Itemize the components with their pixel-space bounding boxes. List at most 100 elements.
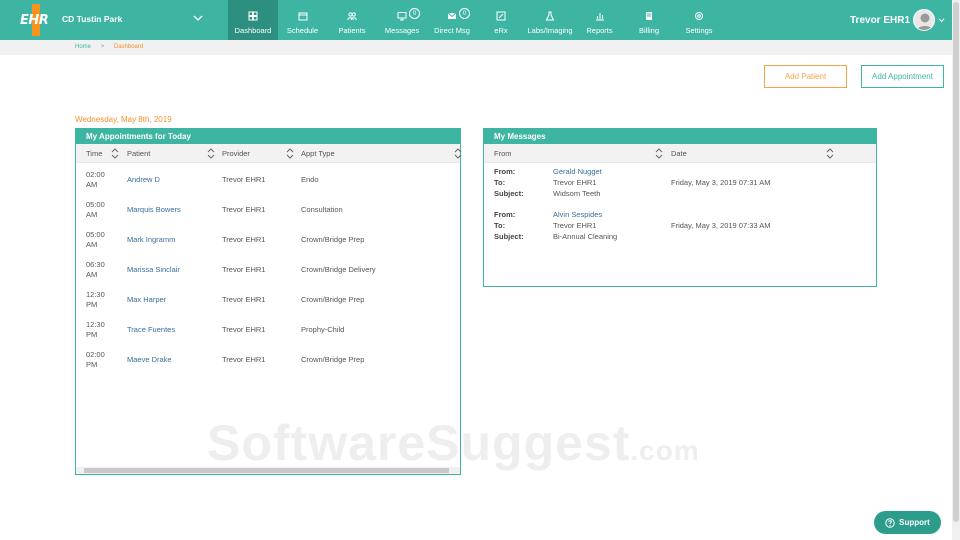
messages-title: My Messages	[484, 129, 876, 144]
to-label: To:	[494, 178, 506, 187]
nav-item-dashboard[interactable]: Dashboard	[228, 0, 278, 40]
sort-icon[interactable]	[655, 148, 663, 159]
patient-link[interactable]: Trace Fuentes	[127, 325, 175, 334]
table-row[interactable]: 12:30 PM Max Harper Trevor EHR1 Crown/Bridg…	[76, 285, 460, 315]
appt-time: 02:00 AM	[86, 170, 105, 189]
nav-item-label: Dashboard	[234, 26, 272, 35]
appt-provider: Trevor EHR1	[222, 235, 266, 244]
column-patient[interactable]: Patient	[127, 149, 150, 158]
nav-item-messages[interactable]: Messages 0	[377, 0, 427, 40]
nav-item-label: Billing	[638, 26, 659, 35]
watermark: SoftwareSuggest.com	[207, 415, 700, 471]
appt-type: Crown/Bridge Prep	[301, 355, 365, 364]
nav-item-erx[interactable]: eRx	[477, 0, 525, 40]
message-sender-link[interactable]: Gerald Nugget	[553, 167, 602, 176]
appt-time: 02:00 PM	[86, 350, 105, 369]
nav-item-billing[interactable]: Billing	[624, 0, 674, 40]
column-time[interactable]: Time	[86, 149, 102, 158]
appointments-title: My Appointments for Today	[76, 129, 460, 144]
table-row[interactable]: 02:00 AM Andrew D Trevor EHR1 Endo	[76, 165, 460, 195]
appt-provider: Trevor EHR1	[222, 175, 266, 184]
from-label: From:	[494, 167, 516, 176]
appt-type: Crown/Bridge Prep	[301, 235, 365, 244]
column-provider[interactable]: Provider	[222, 149, 250, 158]
patient-link[interactable]: Andrew D	[127, 175, 160, 184]
column-date[interactable]: Date	[671, 149, 687, 158]
appt-time: 06:30 AM	[86, 260, 105, 279]
nav-item-settings[interactable]: Settings	[674, 0, 724, 40]
breadcrumb: Home > Dashboard	[75, 44, 151, 50]
column-from[interactable]: From	[494, 149, 512, 158]
patient-link[interactable]: Mark Ingramm	[127, 235, 175, 244]
nav-item-reports[interactable]: Reports	[575, 0, 624, 40]
avatar[interactable]	[913, 9, 935, 31]
sort-icon[interactable]	[454, 148, 462, 159]
sort-icon[interactable]	[111, 148, 119, 159]
appointments-header-row: Time Patient Provider Appt Type	[76, 144, 462, 163]
messages-panel: My Messages From Date From: Gerald Nugget…	[483, 128, 877, 287]
nav-item-label: Messages	[384, 26, 420, 35]
appt-type: Consultation	[301, 205, 343, 214]
patient-link[interactable]: Marquis Bowers	[127, 205, 181, 214]
breadcrumb-home[interactable]: Home	[75, 44, 91, 50]
appt-time: 05:00 AM	[86, 200, 105, 219]
appt-provider: Trevor EHR1	[222, 325, 266, 334]
appt-type: Prophy-Child	[301, 325, 345, 334]
add-appointment-button[interactable]: Add Appointment	[861, 65, 944, 88]
breadcrumb-separator: >	[100, 44, 105, 50]
help-circle-icon	[885, 517, 895, 528]
scrollbar-thumb[interactable]	[953, 2, 959, 522]
column-appt-type[interactable]: Appt Type	[301, 149, 335, 158]
messages-header-row: From Date	[484, 144, 876, 163]
message-date: Friday, May 3, 2019 07:33 AM	[671, 221, 771, 230]
ehr-logo[interactable]: EHR	[20, 4, 52, 36]
message-recipient: Trevor EHR1	[553, 221, 597, 230]
add-patient-button[interactable]: Add Patient	[764, 65, 847, 88]
from-label: From:	[494, 210, 516, 219]
subject-label: Subject:	[494, 189, 524, 198]
patient-link[interactable]: Maeve Drake	[127, 355, 172, 364]
table-row[interactable]: 05:00 AM Mark Ingramm Trevor EHR1 Crown/Bri…	[76, 225, 460, 255]
message-recipient: Trevor EHR1	[553, 178, 597, 187]
appt-type: Crown/Bridge Prep	[301, 295, 365, 304]
top-navigation-bar: EHR CD Tustin Park Dashboard Schedule Pati…	[0, 0, 960, 40]
table-row[interactable]: 02:00 PM Maeve Drake Trevor EHR1 Crown/Brid…	[76, 345, 460, 375]
nav-item-label: Direct Msg	[434, 26, 470, 35]
appt-provider: Trevor EHR1	[222, 355, 266, 364]
sort-icon[interactable]	[286, 148, 294, 159]
appt-provider: Trevor EHR1	[222, 205, 266, 214]
appt-time: 05:00 AM	[86, 230, 105, 249]
patient-link[interactable]: Marissa Sinclair	[127, 265, 180, 274]
bar-chart-icon	[595, 13, 604, 21]
table-row[interactable]: 06:30 AM Marissa Sinclair Trevor EHR1 Crown…	[76, 255, 460, 285]
appt-provider: Trevor EHR1	[222, 265, 266, 274]
edit-icon	[496, 11, 506, 21]
support-button[interactable]: Support	[874, 511, 941, 534]
unread-count-badge: 0	[409, 8, 420, 19]
sort-icon[interactable]	[826, 148, 834, 159]
chevron-down-icon[interactable]	[193, 13, 203, 23]
chevron-down-icon[interactable]	[938, 17, 945, 24]
nav-item-labs-imaging[interactable]: Labs/Imaging	[525, 0, 575, 40]
nav-item-label: eRx	[494, 26, 508, 35]
users-icon	[347, 12, 357, 21]
appt-type: Endo	[301, 175, 319, 184]
patient-link[interactable]: Max Harper	[127, 295, 166, 304]
sort-icon[interactable]	[207, 148, 215, 159]
nav-item-direct-msg[interactable]: Direct Msg 0	[427, 0, 477, 40]
message-subject: Bi-Annual Cleaning	[553, 232, 618, 241]
calendar-icon	[298, 12, 307, 21]
nav-item-patients[interactable]: Patients	[327, 0, 377, 40]
message-sender-link[interactable]: Alvin Sespides	[553, 210, 602, 219]
message-subject: Widsom Teeth	[553, 189, 601, 198]
appt-type: Crown/Bridge Delivery	[301, 265, 376, 274]
monitor-icon	[397, 12, 407, 21]
vertical-scrollbar[interactable]	[952, 0, 960, 540]
practice-selector[interactable]: CD Tustin Park	[62, 14, 122, 24]
appt-provider: Trevor EHR1	[222, 295, 266, 304]
nav-item-schedule[interactable]: Schedule	[278, 0, 327, 40]
table-row[interactable]: 05:00 AM Marquis Bowers Trevor EHR1 Consult…	[76, 195, 460, 225]
file-icon	[646, 12, 652, 20]
user-menu-name[interactable]: Trevor EHR1	[850, 15, 910, 26]
table-row[interactable]: 12:30 PM Trace Fuentes Trevor EHR1 Prophy-C…	[76, 315, 460, 345]
